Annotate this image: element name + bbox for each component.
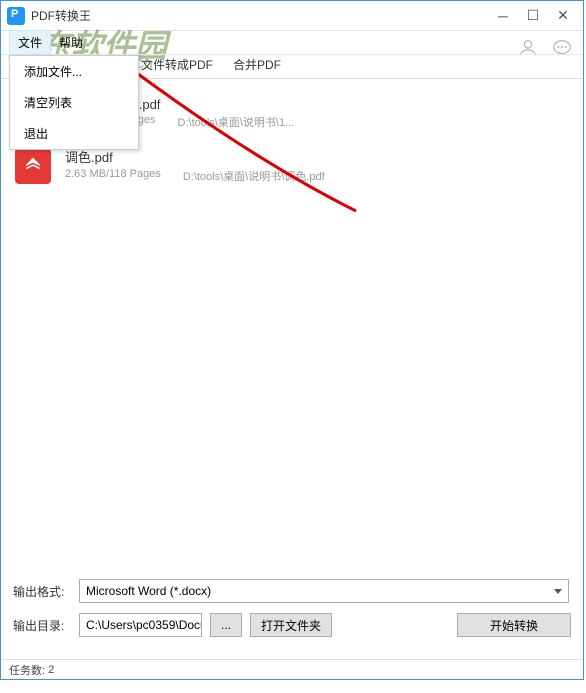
file-info: 调色.pdf 2.63 MB/118 Pages D:\tools\桌面\说明书… xyxy=(65,147,569,184)
file-path: D:\tools\桌面\说明书\调色.pdf xyxy=(183,168,325,184)
file-size: 2.63 MB/118 Pages xyxy=(65,168,161,184)
file-name: 调色.pdf xyxy=(65,147,569,166)
file-meta: 4.05 MB/57 Pages D:\tools\桌面\说明书\1... xyxy=(65,114,569,130)
maximize-button[interactable]: ☐ xyxy=(527,10,539,22)
menu-add-file[interactable]: 添加文件... xyxy=(10,56,138,87)
file-meta: 2.63 MB/118 Pages D:\tools\桌面\说明书\调色.pdf xyxy=(65,168,569,184)
tab-merge-pdf[interactable]: 合并PDF xyxy=(223,51,291,78)
dir-value: C:\Users\pc0359\Documents\Apowersoft xyxy=(86,618,202,632)
browse-button[interactable]: ... xyxy=(210,613,242,637)
menu-help[interactable]: 帮助 xyxy=(51,31,91,54)
convert-button[interactable]: 开始转换 xyxy=(457,613,571,637)
app-window: PDF转换王 ─ ☐ ✕ 河东软件园 www.pc0359.cn 文件 帮助 添… xyxy=(0,0,584,680)
file-menu-dropdown: 添加文件... 清空列表 退出 xyxy=(9,55,139,150)
pdf-icon xyxy=(15,148,51,184)
menu-file[interactable]: 文件 xyxy=(9,30,51,55)
format-label: 输出格式: xyxy=(13,583,71,600)
open-folder-button[interactable]: 打开文件夹 xyxy=(250,613,332,637)
task-count-label: 任务数: xyxy=(9,662,45,678)
minimize-button[interactable]: ─ xyxy=(497,10,509,22)
format-value: Microsoft Word (*.docx) xyxy=(86,584,211,598)
task-count: 2 xyxy=(48,664,54,676)
format-row: 输出格式: Microsoft Word (*.docx) xyxy=(13,579,571,603)
dir-label: 输出目录: xyxy=(13,617,71,634)
dir-row: 输出目录: C:\Users\pc0359\Documents\Apowerso… xyxy=(13,613,571,637)
close-button[interactable]: ✕ xyxy=(557,10,569,22)
output-panel: 输出格式: Microsoft Word (*.docx) 输出目录: C:\U… xyxy=(1,569,583,657)
file-path: D:\tools\桌面\说明书\1... xyxy=(178,114,295,130)
menubar: 文件 帮助 xyxy=(1,31,583,55)
format-select[interactable]: Microsoft Word (*.docx) xyxy=(79,579,569,603)
file-name: esign_32_cn.pdf xyxy=(65,97,569,112)
dir-input[interactable]: C:\Users\pc0359\Documents\Apowersoft xyxy=(79,613,202,637)
window-controls: ─ ☐ ✕ xyxy=(497,10,577,22)
file-info: esign_32_cn.pdf 4.05 MB/57 Pages D:\tool… xyxy=(65,97,569,130)
statusbar: 任务数: 2 xyxy=(1,659,583,679)
menu-clear-list[interactable]: 清空列表 xyxy=(10,87,138,118)
menu-exit[interactable]: 退出 xyxy=(10,118,138,149)
